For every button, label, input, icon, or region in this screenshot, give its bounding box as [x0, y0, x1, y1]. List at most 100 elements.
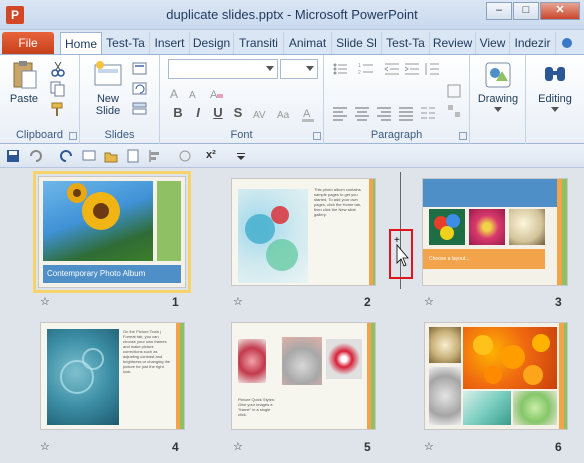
slide-thumbnail-1[interactable]: Contemporary Photo Album: [33, 171, 191, 293]
tab-slide-show[interactable]: Slide Sl: [332, 32, 382, 54]
slide-number-4: 4: [172, 440, 179, 454]
svg-text:1: 1: [358, 63, 361, 69]
maximize-button[interactable]: □: [513, 2, 539, 20]
slide-thumbnail-5[interactable]: Picture Quick Styles: Give your images a…: [231, 322, 376, 430]
italic-icon[interactable]: I: [190, 105, 206, 120]
align-right-icon[interactable]: [376, 105, 392, 121]
transition-star-icon-6[interactable]: ☆: [424, 440, 434, 453]
format-painter-icon[interactable]: [50, 101, 66, 117]
decrease-indent-icon[interactable]: [384, 61, 400, 77]
clear-formatting-icon[interactable]: A: [208, 85, 224, 101]
tab-view[interactable]: View: [476, 32, 510, 54]
columns-icon[interactable]: [420, 105, 436, 121]
transition-star-icon-5[interactable]: ☆: [233, 440, 243, 453]
new-slide-label-2: Slide: [95, 105, 121, 117]
slideshow-icon[interactable]: [82, 149, 96, 163]
slide-number-1: 1: [172, 295, 179, 309]
save-icon[interactable]: [6, 149, 20, 163]
svg-text:2: 2: [358, 70, 361, 76]
shapes-icon: [482, 59, 514, 91]
reset-icon[interactable]: [132, 81, 148, 97]
align-center-icon[interactable]: [354, 105, 370, 121]
new-document-icon[interactable]: [126, 149, 140, 163]
underline-icon[interactable]: U: [210, 105, 226, 120]
drawing-label: Drawing: [477, 93, 519, 105]
drawing-button[interactable]: Drawing: [472, 59, 524, 114]
glassware-photo: [238, 189, 308, 283]
layout-icon[interactable]: [132, 61, 148, 77]
open-icon[interactable]: [104, 149, 118, 163]
tab-review[interactable]: Review: [430, 32, 476, 54]
transition-star-icon-1[interactable]: ☆: [40, 295, 50, 308]
slide-thumbnail-4[interactable]: On the Picture Tools | Format tab, you c…: [40, 322, 185, 430]
text-direction-icon[interactable]: [446, 83, 462, 99]
slide-number-6: 6: [555, 440, 562, 454]
numbering-icon[interactable]: 12: [358, 61, 374, 77]
new-slide-button[interactable]: New Slide: [88, 59, 128, 117]
strikethrough-icon[interactable]: S: [230, 105, 246, 120]
tab-file[interactable]: File: [2, 32, 54, 54]
smartart-icon[interactable]: [446, 103, 462, 119]
paste-label: Paste: [9, 93, 39, 105]
help-icon[interactable]: [562, 38, 572, 48]
shell-photo: [509, 209, 545, 245]
tab-transitions[interactable]: Transiti: [234, 32, 284, 54]
cut-icon[interactable]: [50, 61, 66, 77]
tab-test-ta-1[interactable]: Test-Ta: [102, 32, 150, 54]
justify-icon[interactable]: [398, 105, 414, 121]
superscript-icon[interactable]: x²: [206, 149, 226, 163]
transition-star-icon-2[interactable]: ☆: [233, 295, 243, 308]
increase-indent-icon[interactable]: [404, 61, 420, 77]
marigold-photo: [463, 327, 557, 389]
redo-icon[interactable]: [60, 149, 74, 163]
font-name-dropdown[interactable]: [168, 59, 278, 79]
tab-indezir[interactable]: Indezir: [510, 32, 556, 54]
shrink-font-icon[interactable]: A: [186, 85, 202, 101]
transition-star-icon-3[interactable]: ☆: [424, 295, 434, 308]
align-left-icon[interactable]: [332, 105, 348, 121]
slides-group-label: Slides: [104, 129, 135, 141]
align-objects-icon[interactable]: [148, 149, 162, 163]
flower-photo: [469, 209, 505, 245]
drawing-group: Drawing: [470, 55, 526, 144]
tab-insert[interactable]: Insert: [150, 32, 190, 54]
minimize-button[interactable]: –: [486, 2, 512, 20]
tab-test-ta-2[interactable]: Test-Ta: [382, 32, 430, 54]
tab-design[interactable]: Design: [190, 32, 234, 54]
customize-qat-icon[interactable]: [234, 149, 248, 163]
change-case-icon[interactable]: Aa: [276, 106, 292, 122]
slide-thumbnail-6[interactable]: [424, 322, 568, 430]
undo-icon[interactable]: [28, 149, 42, 163]
bold-icon[interactable]: B: [170, 105, 186, 120]
grow-font-icon[interactable]: A: [168, 85, 184, 101]
slides-group: New Slide Slides: [80, 55, 160, 144]
section-icon[interactable]: [132, 101, 148, 117]
new-slide-icon: [92, 59, 124, 91]
slide-thumbnail-3[interactable]: Choose a layout...: [422, 178, 568, 286]
line-spacing-icon[interactable]: [424, 61, 440, 77]
shape-outline-icon[interactable]: [178, 149, 192, 163]
bullets-icon[interactable]: [332, 61, 348, 77]
slide-6-green-photo: [513, 391, 557, 425]
editing-label: Editing: [538, 93, 572, 105]
paste-button[interactable]: Paste: [6, 59, 42, 105]
svg-text:AV: AV: [253, 110, 266, 121]
tab-home[interactable]: Home: [60, 32, 102, 54]
svg-text:Aa: Aa: [277, 110, 290, 121]
clipboard-launcher[interactable]: [69, 132, 77, 140]
close-button[interactable]: ✕: [540, 2, 580, 20]
new-slide-label-1: New: [96, 93, 119, 105]
transition-star-icon-4[interactable]: ☆: [40, 440, 50, 453]
copy-icon[interactable]: [50, 81, 66, 97]
tab-animations[interactable]: Animat: [284, 32, 332, 54]
ribbon-tabs: File Home Test-Ta Insert Design Transiti…: [0, 30, 584, 54]
paragraph-launcher[interactable]: [459, 132, 467, 140]
character-spacing-icon[interactable]: AV: [252, 106, 268, 122]
font-size-dropdown[interactable]: [280, 59, 318, 79]
editing-button[interactable]: Editing: [528, 59, 582, 114]
balloons-photo: [429, 209, 465, 245]
slide-thumbnail-2[interactable]: This photo album contains sample pages t…: [231, 178, 376, 286]
font-color-icon[interactable]: A: [300, 106, 316, 122]
svg-text:A: A: [170, 87, 178, 101]
font-launcher[interactable]: [313, 132, 321, 140]
